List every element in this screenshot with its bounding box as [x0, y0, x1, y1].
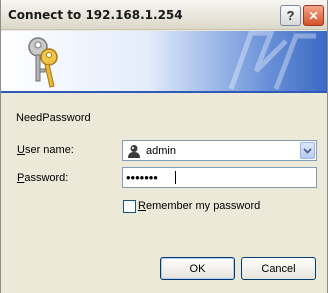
username-dropdown-button[interactable] [300, 142, 315, 159]
close-icon: ✕ [308, 8, 319, 23]
dialog-title: Connect to 192.168.1.254 [8, 8, 183, 22]
dialog-banner [1, 31, 327, 91]
banner-keys-watermark [228, 31, 316, 90]
username-combobox[interactable]: admin [122, 140, 317, 161]
text-caret [175, 171, 176, 184]
help-button[interactable]: ? [280, 5, 301, 26]
chevron-down-icon [303, 147, 312, 154]
user-icon [128, 145, 140, 158]
help-icon: ? [286, 8, 295, 23]
username-value: admin [146, 145, 176, 157]
remember-password-checkbox[interactable] [123, 200, 136, 213]
login-dialog: Connect to 192.168.1.254 ? ✕ NeedPasswor… [0, 0, 328, 293]
keys-icon [28, 37, 58, 88]
need-password-message: NeedPassword [16, 112, 91, 124]
password-value: ••••••• [126, 170, 158, 185]
password-label: Password: [17, 172, 69, 184]
close-button[interactable]: ✕ [303, 5, 324, 26]
cancel-button[interactable]: Cancel [241, 257, 316, 280]
remember-password-label[interactable]: Remember my password [138, 200, 260, 212]
username-label: User name: [17, 144, 74, 156]
title-bar[interactable]: Connect to 192.168.1.254 ? ✕ [1, 0, 327, 30]
ok-button[interactable]: OK [160, 257, 235, 280]
password-field[interactable]: ••••••• [122, 167, 317, 188]
